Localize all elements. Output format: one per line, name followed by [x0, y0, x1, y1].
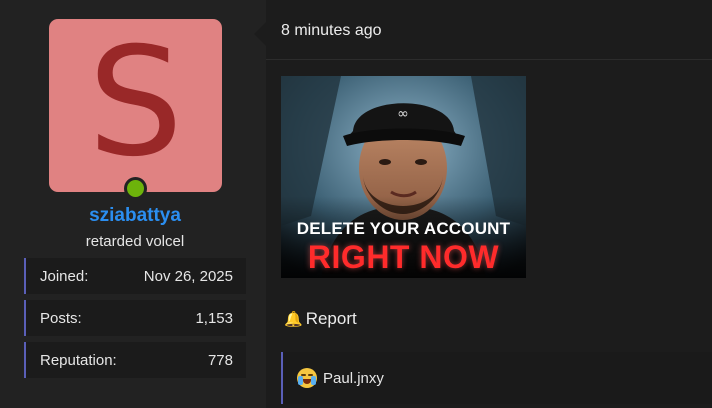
stat-joined: Joined: Nov 26, 2025	[24, 258, 246, 294]
image-caption-top: DELETE YOUR ACCOUNT	[296, 219, 511, 238]
post-pointer-arrow	[254, 22, 266, 46]
reaction-user-link[interactable]: Paul.jnxy	[323, 370, 384, 387]
stat-label: Posts:	[40, 309, 82, 327]
stat-label: Joined:	[40, 267, 89, 285]
report-button[interactable]: 🔔 Report	[284, 309, 357, 329]
crying-laughing-emoji-icon	[297, 368, 317, 388]
user-title: retarded volcel	[85, 233, 185, 250]
image-caption-bottom: RIGHT NOW	[307, 239, 500, 275]
svg-text:∞: ∞	[397, 106, 409, 122]
stat-value: 1,153	[195, 309, 233, 327]
online-status-icon	[124, 177, 147, 200]
stat-label: Reputation:	[40, 351, 117, 369]
stat-value: Nov 26, 2025	[143, 267, 233, 285]
report-label: Report	[305, 309, 357, 328]
stat-reputation: Reputation: 778	[24, 342, 246, 378]
user-panel: S sziabattya retarded volcel Joined: Nov…	[0, 0, 266, 408]
stat-value: 778	[207, 351, 233, 369]
avatar[interactable]: S	[49, 19, 222, 192]
reactions-bar: Paul.jnxy	[281, 352, 712, 404]
username-link[interactable]: sziabattya	[0, 205, 270, 227]
post-timestamp[interactable]: 8 minutes ago	[281, 22, 382, 40]
post-image[interactable]: ∞ DELETE YOUR ACCOUNT RIGHT NOW	[281, 76, 526, 278]
bell-icon: 🔔	[284, 311, 303, 328]
avatar-letter: S	[87, 15, 184, 190]
stat-posts: Posts: 1,153	[24, 300, 246, 336]
